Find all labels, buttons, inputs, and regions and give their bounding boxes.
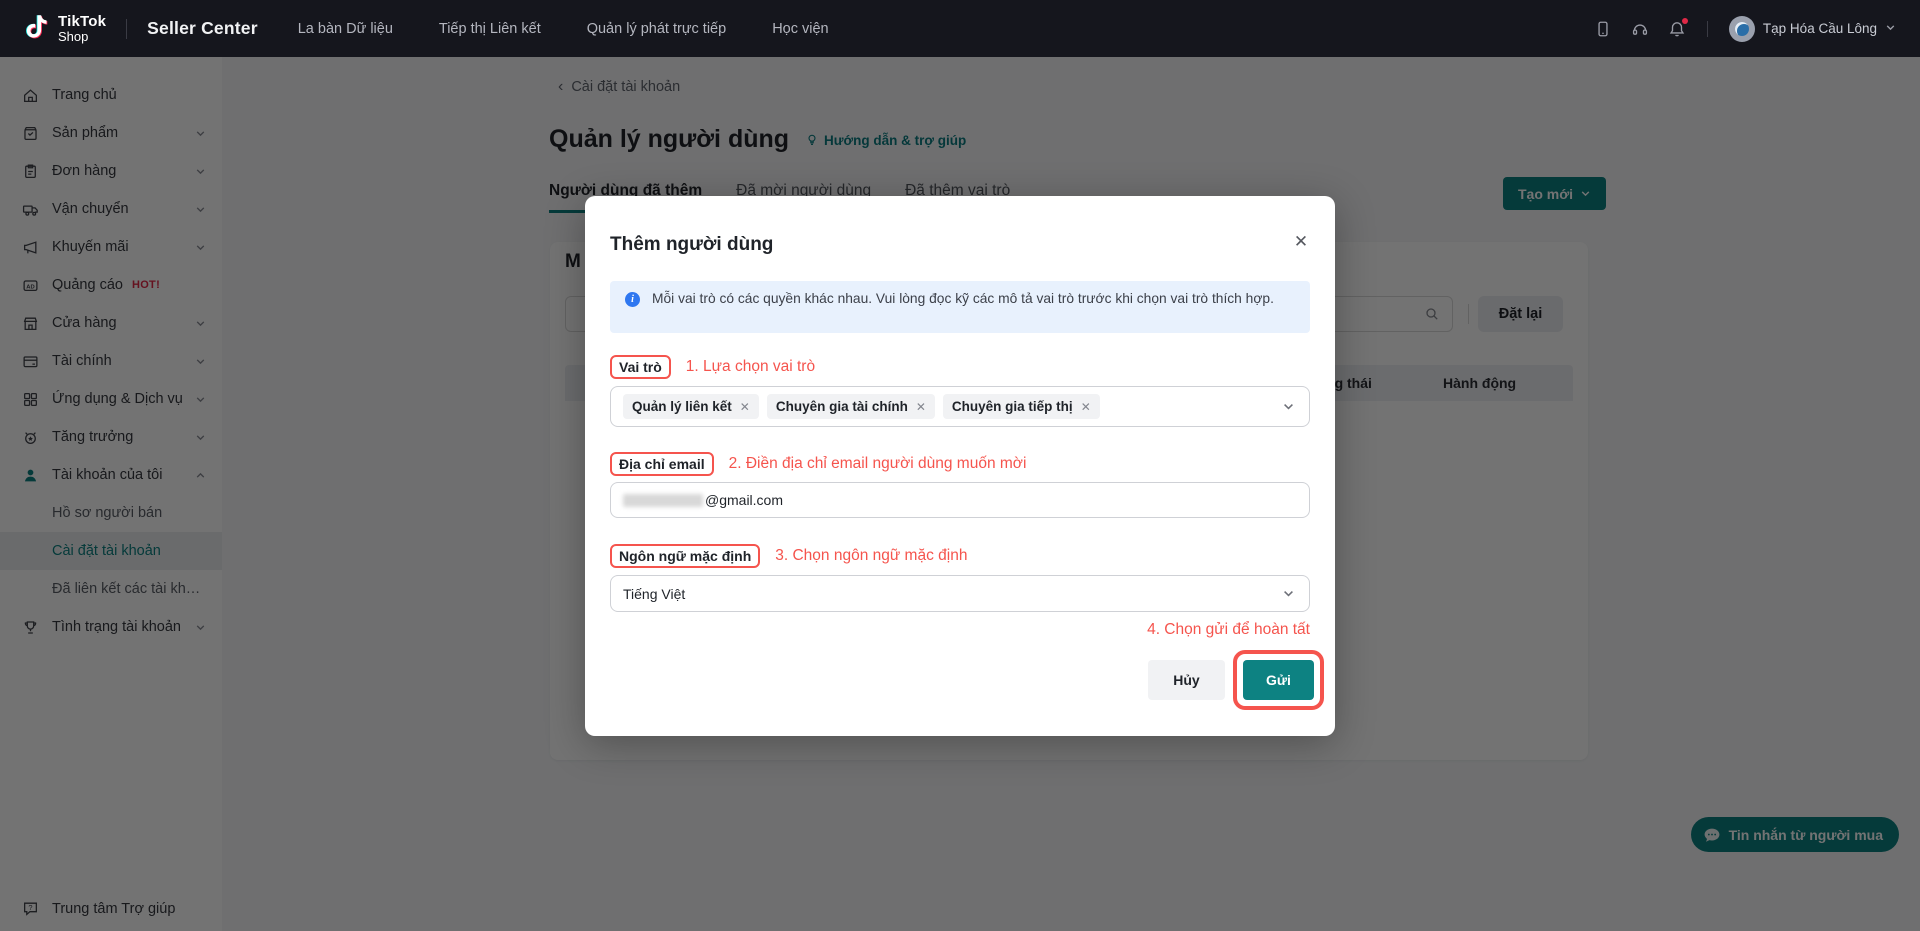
role-tag: Chuyên gia tiếp thị ✕ [942, 394, 1100, 419]
account-name: Tạp Hóa Cầu Lông [1762, 21, 1877, 36]
notifications-bell-icon[interactable] [1668, 17, 1688, 38]
nav-item-academy[interactable]: Học viện [772, 21, 828, 37]
navbar-right: Tạp Hóa Cầu Lông [1594, 15, 1896, 42]
avatar [1728, 15, 1755, 42]
tiktok-note-icon [26, 14, 48, 38]
step-3-annotation: 3. Chọn ngôn ngữ mặc định [775, 547, 968, 564]
role-tag: Quản lý liên kết ✕ [623, 394, 759, 419]
remove-tag-icon[interactable]: ✕ [1081, 400, 1091, 414]
language-label-annotated: Ngôn ngữ mặc định [610, 544, 761, 568]
chevron-down-icon [1885, 20, 1896, 38]
info-icon: i [625, 292, 640, 307]
step-1-annotation: 1. Lựa chọn vai trò [685, 358, 816, 375]
email-label-annotated: Địa chỉ email [610, 452, 714, 476]
email-field[interactable]: @gmail.com [610, 482, 1310, 518]
nav-item-data-compass[interactable]: La bàn Dữ liệu [298, 21, 393, 37]
remove-tag-icon[interactable]: ✕ [916, 400, 926, 414]
info-banner: i Mỗi vai trò có các quyền khác nhau. Vu… [610, 281, 1310, 333]
submit-button[interactable]: Gửi [1243, 660, 1314, 700]
role-label-annotated: Vai trò [610, 355, 671, 379]
mobile-app-icon[interactable] [1594, 20, 1612, 38]
role-multiselect[interactable]: Quản lý liên kết ✕ Chuyên gia tài chính … [610, 386, 1310, 427]
close-icon[interactable]: ✕ [1287, 228, 1315, 256]
chevron-down-icon [1282, 587, 1295, 600]
navbar-menu: La bàn Dữ liệu Tiếp thị Liên kết Quản lý… [298, 21, 829, 37]
nav-item-live-manager[interactable]: Quản lý phát trực tiếp [587, 21, 726, 37]
add-user-modal: Thêm người dùng ✕ i Mỗi vai trò có các q… [585, 196, 1335, 736]
chevron-down-icon [1282, 400, 1295, 413]
top-navbar: TikTok Shop Seller Center La bàn Dữ liệu… [0, 0, 1920, 57]
divider [1706, 20, 1708, 37]
divider [126, 18, 128, 39]
modal-title: Thêm người dùng [610, 234, 774, 255]
support-headset-icon[interactable] [1631, 20, 1649, 38]
nav-item-affiliate[interactable]: Tiếp thị Liên kết [439, 21, 541, 37]
info-text: Mỗi vai trò có các quyền khác nhau. Vui … [652, 291, 1274, 306]
remove-tag-icon[interactable]: ✕ [740, 400, 750, 414]
notification-dot [1681, 17, 1688, 24]
role-tag: Chuyên gia tài chính ✕ [766, 394, 935, 419]
language-select[interactable]: Tiếng Việt [610, 575, 1310, 612]
logo-text: TikTok Shop [58, 13, 107, 44]
cancel-button[interactable]: Hủy [1148, 660, 1225, 700]
step-2-annotation: 2. Điền địa chỉ email người dùng muốn mờ… [728, 455, 1027, 472]
tiktok-shop-logo[interactable]: TikTok Shop [22, 13, 106, 45]
app-title: Seller Center [147, 18, 258, 38]
step-4-annotation: 4. Chọn gửi để hoàn tất [1147, 621, 1310, 638]
account-menu[interactable]: Tạp Hóa Cầu Lông [1728, 15, 1896, 42]
submit-annotation-box: Gửi [1233, 650, 1324, 710]
redacted-email-user [623, 493, 703, 507]
